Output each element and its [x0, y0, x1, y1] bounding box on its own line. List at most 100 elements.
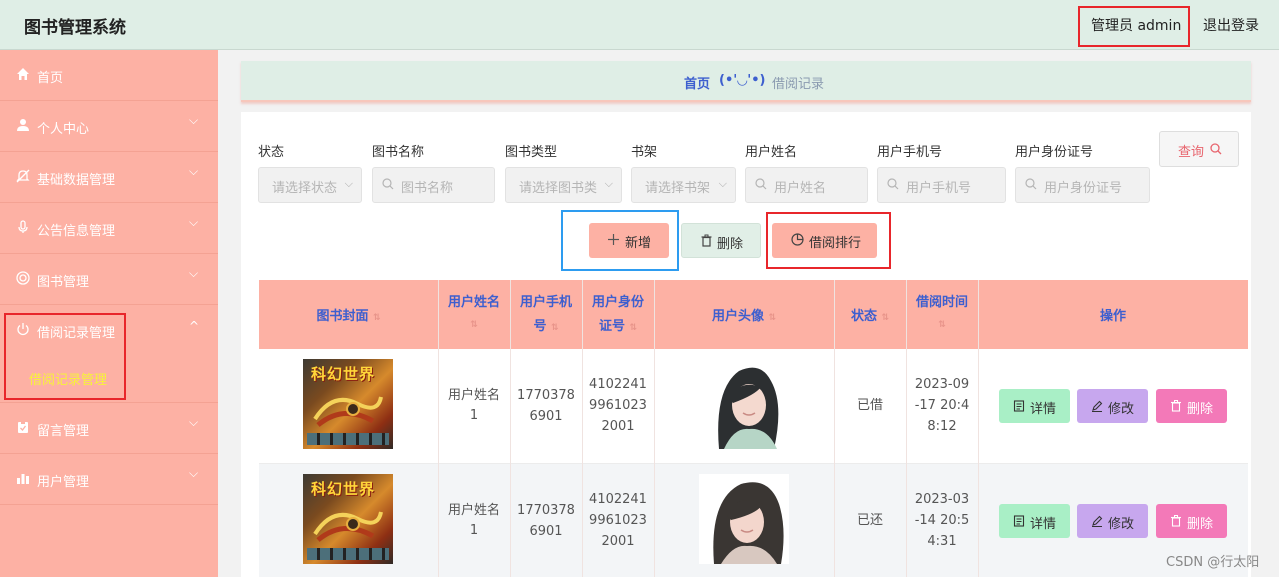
chevron-down-icon: ⌵	[604, 177, 613, 190]
document-icon	[1013, 515, 1025, 527]
home-icon	[17, 68, 29, 80]
sidebar-item-messages[interactable]: 留言管理 ⌵	[0, 403, 218, 454]
borrow-ranking-button[interactable]: 借阅排行	[772, 223, 877, 258]
column-divider	[438, 280, 439, 577]
detail-button[interactable]: 详情	[999, 389, 1070, 423]
book-name-input[interactable]: 图书名称	[372, 167, 495, 203]
chevron-up-icon: ^	[189, 319, 200, 333]
search-icon	[887, 178, 899, 190]
user-avatar-image	[699, 359, 789, 449]
sidebar-item-base-data[interactable]: 基础数据管理 ⌵	[0, 152, 218, 203]
column-divider	[834, 280, 835, 577]
chevron-down-icon: ⌵	[718, 177, 727, 190]
chevron-down-icon: ⌵	[189, 164, 199, 178]
column-header-borrow-time[interactable]: 借阅时间 ⇅	[906, 280, 978, 349]
chevron-down-icon: ⌵	[189, 415, 199, 429]
user-name-input[interactable]: 用户姓名	[745, 167, 868, 203]
column-header-status[interactable]: 状态 ⇅	[834, 280, 906, 349]
breadcrumb: 首页 (•'◡'•) 借阅记录	[241, 61, 1251, 102]
column-header-user-idcard[interactable]: 用户身份 证号 ⇅	[582, 280, 654, 349]
add-button[interactable]: 新增	[589, 223, 669, 258]
sidebar-item-label: 首页	[37, 71, 64, 86]
sidebar-item-label: 基础数据管理	[37, 173, 116, 188]
column-header-operations: 操作	[1099, 309, 1126, 324]
sidebar-item-label: 留言管理	[37, 424, 90, 439]
sort-icon: ⇅	[881, 313, 890, 323]
sidebar-item-users[interactable]: 用户管理 ⌵	[0, 454, 218, 505]
sort-icon: ⇅	[470, 320, 478, 330]
column-header-user-phone[interactable]: 用户手机 号 ⇅	[510, 280, 582, 349]
column-header-avatar[interactable]: 用户头像 ⇅	[654, 280, 834, 349]
sort-icon: ⇅	[551, 323, 559, 333]
sidebar-item-label: 个人中心	[37, 122, 90, 137]
cell-user-idcard: 4102241 9961023 2001	[589, 492, 647, 549]
cell-borrow-time: 2023-03 -14 20:5 4:31	[914, 492, 970, 549]
bar-chart-icon	[17, 474, 29, 484]
sidebar-item-label: 用户管理	[37, 475, 90, 490]
filter-user-phone-label: 用户手机号	[877, 145, 943, 160]
cell-avatar	[654, 349, 834, 464]
query-button[interactable]: 查询	[1159, 131, 1239, 167]
book-cover-image: 科幻世界	[303, 359, 393, 449]
sort-icon: ⇅	[938, 320, 946, 330]
trash-icon	[1171, 515, 1181, 527]
bell-off-icon	[16, 169, 30, 183]
filter-user-name-label: 用户姓名	[745, 145, 798, 160]
sidebar-item-personal-center[interactable]: 个人中心 ⌵	[0, 101, 218, 152]
user-avatar-image	[699, 474, 789, 564]
sidebar-item-book[interactable]: 图书管理 ⌵	[0, 254, 218, 305]
column-divider	[978, 280, 979, 577]
row-delete-button[interactable]: 删除	[1156, 504, 1227, 538]
document-icon	[1013, 400, 1025, 412]
detail-button[interactable]: 详情	[999, 504, 1070, 538]
plus-icon	[608, 234, 619, 245]
breadcrumb-current: 借阅记录	[772, 77, 825, 92]
edit-button[interactable]: 修改	[1077, 389, 1148, 423]
cell-borrow-time: 2023-09 -17 20:4 8:12	[914, 377, 970, 434]
filter-user-idcard-label: 用户身份证号	[1015, 145, 1094, 160]
query-button-label: 查询	[1178, 145, 1205, 160]
search-icon	[1210, 143, 1222, 155]
user-idcard-input[interactable]: 用户身份证号	[1015, 167, 1150, 203]
row-delete-button[interactable]: 删除	[1156, 389, 1227, 423]
chevron-down-icon: ⌵	[189, 466, 199, 480]
status-select[interactable]: 请选择状态 ⌵	[258, 167, 362, 203]
logout-link[interactable]: 退出登录	[1203, 15, 1259, 35]
cell-cover: 科幻世界	[259, 349, 438, 464]
breadcrumb-separator: (•'◡'•)	[719, 73, 766, 88]
shelf-select[interactable]: 请选择书架 ⌵	[631, 167, 736, 203]
column-header-user-name[interactable]: 用户姓名 ⇅	[438, 280, 510, 349]
sidebar-item-home[interactable]: 首页	[0, 50, 218, 101]
filter-book-type-label: 图书类型	[505, 145, 558, 160]
book-type-select[interactable]: 请选择图书类 ⌵	[505, 167, 622, 203]
sidebar-item-label: 公告信息管理	[37, 224, 116, 239]
delete-button[interactable]: 删除	[681, 223, 761, 258]
sort-icon: ⇅	[768, 313, 777, 323]
clipboard-icon	[18, 421, 28, 433]
search-icon	[755, 178, 767, 190]
cell-user-phone: 1770378 6901	[517, 503, 575, 539]
sidebar-item-notice[interactable]: 公告信息管理 ⌵	[0, 203, 218, 254]
chevron-down-icon: ⌵	[189, 215, 199, 229]
user-phone-input[interactable]: 用户手机号	[877, 167, 1006, 203]
microphone-icon	[18, 220, 28, 233]
filter-status-label: 状态	[258, 145, 285, 160]
status-badge: 已借	[856, 398, 883, 413]
trash-icon	[701, 234, 712, 247]
column-header-cover[interactable]: 图书封面 ⇅	[259, 280, 438, 349]
trash-icon	[1171, 400, 1181, 412]
cell-user-idcard: 4102241 9961023 2001	[589, 377, 647, 434]
search-icon	[382, 178, 394, 190]
breadcrumb-home[interactable]: 首页	[684, 73, 710, 92]
column-divider	[582, 280, 583, 577]
cell-avatar	[654, 464, 834, 577]
delete-button-label: 删除	[717, 237, 744, 252]
table-header: 图书封面 ⇅ 用户姓名 ⇅ 用户手机 号 ⇅ 用户身份 证号 ⇅ 用户头像 ⇅ …	[259, 280, 1248, 349]
watermark: CSDN @行太阳	[1166, 555, 1260, 570]
filter-book-name-label: 图书名称	[372, 145, 425, 160]
edit-button[interactable]: 修改	[1077, 504, 1148, 538]
sort-icon: ⇅	[629, 323, 638, 333]
column-divider	[654, 280, 655, 577]
column-divider	[906, 280, 907, 577]
cell-user-phone: 1770378 6901	[517, 388, 575, 424]
